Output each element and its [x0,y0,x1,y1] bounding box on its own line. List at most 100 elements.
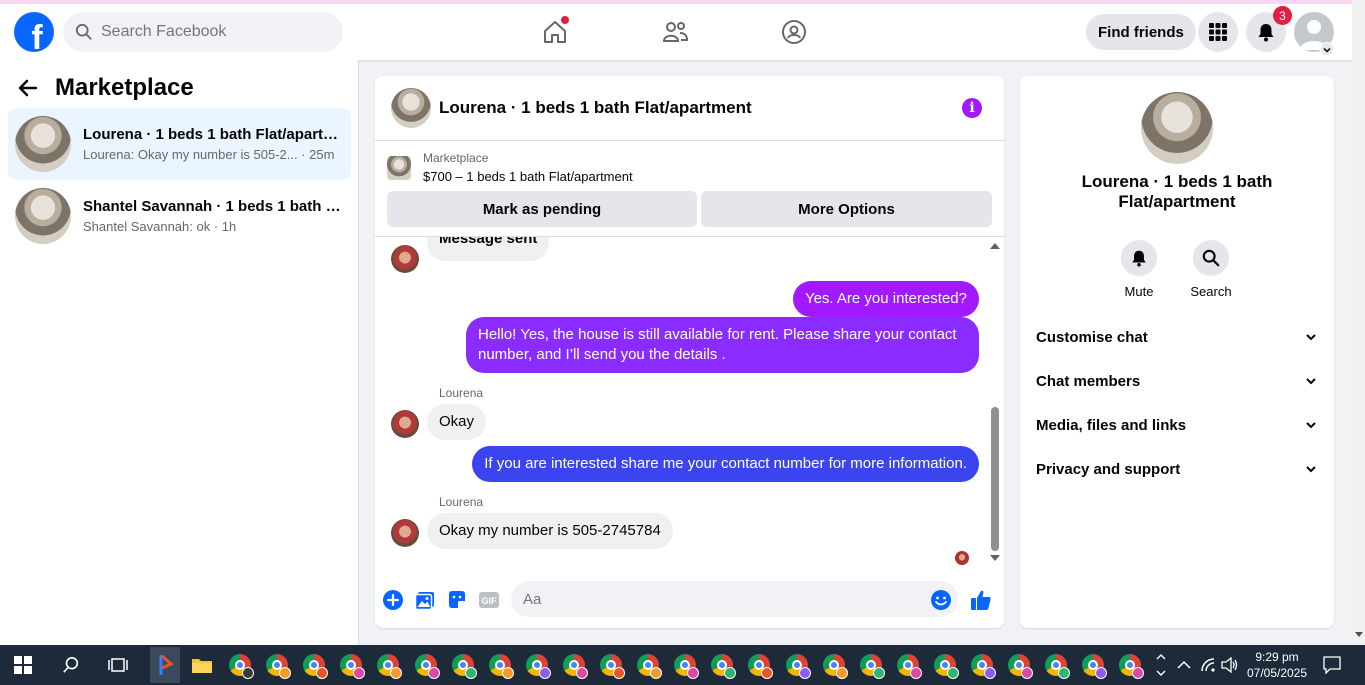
mark-as-pending-button[interactable]: Mark as pending [387,191,697,227]
system-clock[interactable]: 9:29 pm 07/05/2025 [1240,649,1314,681]
taskbar-search-icon[interactable] [57,651,85,679]
photo-icon[interactable] [414,589,436,611]
sender-name: Lourena [439,495,484,509]
chat-members-section[interactable]: Chat members [1036,361,1318,401]
file-explorer-icon[interactable] [188,651,216,679]
chrome-window-icon[interactable] [597,651,625,679]
taskbar-overflow-chevrons[interactable] [1152,645,1170,685]
conversation-item[interactable]: Shantel Savannah · 1 beds 1 bath Flat/ap… [8,180,351,252]
message-bubble[interactable]: Okay my number is 505-2745784 [427,513,673,549]
chrome-window-icon[interactable] [374,651,403,679]
sticker-icon[interactable] [446,589,468,611]
chrome-window-icon[interactable] [1042,651,1071,679]
mute-button[interactable]: Mute [1109,240,1169,299]
chat-avatar[interactable] [391,88,431,128]
scroll-down-icon[interactable] [990,555,1000,561]
chrome-window-icon[interactable] [671,651,700,679]
thumbs-up-icon[interactable] [970,589,992,611]
chrome-profile-badge [279,667,292,679]
clock-time: 9:29 pm [1255,650,1299,664]
message-scrollbar[interactable] [987,239,1001,569]
chrome-window-icon[interactable] [783,651,811,679]
message-input[interactable] [511,581,958,617]
chevron-down-icon [1306,378,1316,385]
chrome-window-icon[interactable] [300,651,329,679]
home-nav-button[interactable] [539,16,571,48]
search-bar[interactable] [63,12,343,52]
search-input[interactable] [101,23,321,41]
chrome-window-icon[interactable] [708,651,737,679]
conversation-info-panel: Lourena · 1 beds 1 bath Flat/apartment M… [1020,76,1334,628]
privacy-support-section[interactable]: Privacy and support [1036,449,1318,489]
conversation-name: Lourena · 1 beds 1 bath Flat/apartment [83,126,343,143]
search-icon [75,23,92,40]
chrome-profile-badge [464,667,477,679]
more-options-button[interactable]: More Options [701,191,992,227]
windows-start-icon[interactable] [9,651,37,679]
find-friends-button[interactable]: Find friends [1086,14,1196,50]
message-bubble[interactable]: Hello! Yes, the house is still available… [466,317,979,373]
scroll-down-icon[interactable] [1355,632,1363,637]
chevron-down-icon [1306,334,1316,341]
contact-avatar [391,410,419,438]
back-arrow-icon[interactable] [18,78,38,98]
scrollbar-thumb[interactable] [991,407,999,551]
svg-text:GIF: GIF [482,596,498,606]
conversation-snippet: Shantel Savannah: ok · 1h [83,219,237,234]
chrome-window-icon[interactable] [560,651,588,679]
chrome-window-icon[interactable] [263,651,292,679]
chrome-profile-badge [390,667,403,679]
action-center-icon[interactable] [1318,651,1346,679]
conversation-item[interactable]: Lourena · 1 beds 1 bath Flat/apartment L… [8,108,351,180]
chrome-window-icon[interactable] [486,651,514,679]
chrome-window-icon[interactable] [968,651,996,679]
page-scrollbar[interactable] [1352,0,1365,645]
chrome-window-icon[interactable] [894,651,922,679]
chrome-window-icon[interactable] [931,651,959,679]
info-avatar[interactable] [1141,92,1213,164]
chrome-window-icon[interactable] [412,651,440,679]
chrome-window-icon[interactable] [226,651,254,679]
chrome-window-icon[interactable] [857,651,885,679]
task-view-icon[interactable] [104,651,132,679]
facebook-logo-icon[interactable]: f [14,12,54,52]
groups-nav-button[interactable] [778,16,810,48]
chrome-window-icon[interactable] [1005,651,1034,679]
message-bubble[interactable]: Message sent [427,237,550,261]
message-bubble[interactable]: If you are interested share me your cont… [472,446,979,482]
chrome-window-icon[interactable] [1116,651,1145,679]
chat-title[interactable]: Lourena · 1 beds 1 bath Flat/apartment [439,98,752,118]
chrome-window-icon[interactable] [745,651,774,679]
chrome-profile-badge [724,667,737,679]
clock-date: 07/05/2025 [1246,666,1308,680]
chrome-window-icon[interactable] [634,651,663,679]
gif-icon[interactable]: GIF [478,589,500,611]
chrome-window-icon[interactable] [1079,651,1108,679]
chrome-window-icon[interactable] [449,651,477,679]
plus-circle-icon[interactable] [382,589,404,611]
message-bubble[interactable]: Okay [427,404,487,440]
message-bubble[interactable]: Yes. Are you interested? [792,281,979,317]
pinned-app-icon[interactable] [150,647,180,683]
chrome-window-icon[interactable] [820,651,848,679]
listing-avatar [15,188,71,244]
menu-button[interactable] [1198,12,1238,52]
composer: GIF [375,576,1004,624]
section-label: Media, files and links [1036,416,1187,434]
search-in-conversation-button[interactable]: Search [1181,240,1241,299]
notification-count-badge: 3 [1273,6,1292,25]
account-chevron-down-icon[interactable] [1320,42,1334,56]
chrome-window-icon[interactable] [337,651,366,679]
media-files-links-section[interactable]: Media, files and links [1036,405,1318,445]
chrome-window-icon[interactable] [523,651,551,679]
friends-nav-button[interactable] [659,16,691,48]
chrome-profile-badge [613,667,625,679]
emoji-icon[interactable] [930,589,952,611]
notifications-button[interactable]: 3 [1246,6,1292,52]
marketplace-listing-row[interactable]: Marketplace $700 – 1 beds 1 bath Flat/ap… [387,151,633,184]
info-icon[interactable]: i [962,98,982,118]
bell-icon [1258,24,1274,42]
customise-chat-section[interactable]: Customise chat [1036,317,1318,357]
contact-avatar [391,519,419,547]
scroll-up-icon[interactable] [990,243,1000,249]
